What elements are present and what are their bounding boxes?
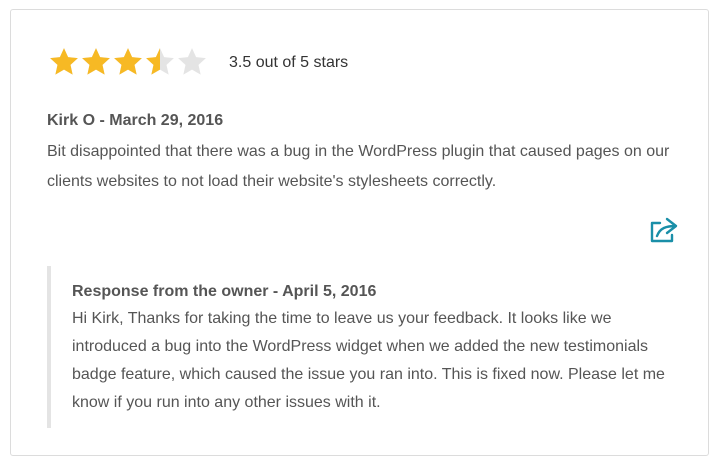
star-icon: [178, 48, 206, 75]
rating-row: 3.5 out of 5 stars: [47, 45, 348, 79]
review-card: 3.5 out of 5 stars Kirk O - March 29, 20…: [10, 9, 709, 456]
star-icon: [114, 48, 142, 75]
owner-response-text: Hi Kirk, Thanks for taking the time to l…: [72, 310, 665, 411]
review-text: Bit disappointed that there was a bug in…: [47, 143, 670, 190]
share-icon: [650, 217, 678, 243]
star-icon: [146, 48, 174, 75]
rating-text: 3.5 out of 5 stars: [229, 54, 349, 71]
owner-response: Response from the owner - April 5, 2016 …: [47, 266, 687, 428]
star-icon: [50, 48, 78, 75]
star-rating: [47, 45, 209, 79]
review-author-date: Kirk O - March 29, 2016: [47, 112, 224, 129]
share-button[interactable]: [648, 216, 680, 244]
star-icon: [82, 48, 110, 75]
owner-response-heading: Response from the owner - April 5, 2016: [72, 283, 377, 300]
